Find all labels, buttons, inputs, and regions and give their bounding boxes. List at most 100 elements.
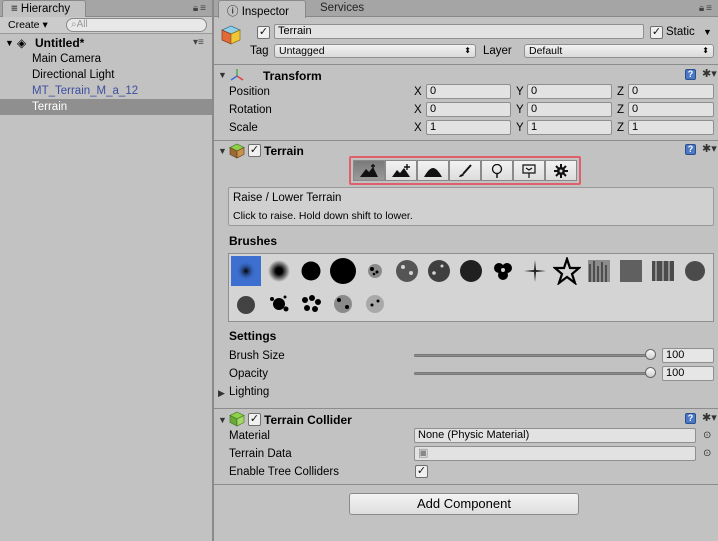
rotation-z-field[interactable]: 0 [628,102,714,117]
smooth-height-tool[interactable] [417,160,449,181]
brush-spark[interactable] [520,256,550,286]
brush-dots[interactable] [296,289,326,319]
brush-noise[interactable] [392,256,422,286]
material-field[interactable]: None (Physic Material) [414,428,696,443]
divider [214,408,718,409]
inspector-tab-label: Inspector [241,6,290,18]
add-component-button[interactable]: Add Component [349,493,579,515]
opacity-field[interactable]: 100 [662,366,714,381]
enable-tree-colliders-checkbox[interactable]: ✓ [415,465,428,478]
tree-icon [491,163,503,178]
inspector-tab[interactable]: ⓘ Inspector [218,0,306,18]
paint-height-tool[interactable] [385,160,417,181]
hierarchy-item-main-camera[interactable]: Main Camera [32,51,101,67]
help-icon[interactable]: ? [685,144,696,155]
services-tab-label: Services [320,2,365,14]
brush-noise-dense[interactable] [424,256,454,286]
brush-clumped[interactable] [456,256,486,286]
brush-streaks[interactable] [648,256,678,286]
static-checkbox[interactable]: ✓ [650,26,663,39]
divider [214,64,718,65]
hierarchy-item-directional-light[interactable]: Directional Light [32,67,114,83]
divider [214,484,718,485]
layer-dropdown[interactable]: Default ⬍ [524,44,714,58]
gear-icon[interactable]: ✱▾ [702,411,717,424]
position-z-field[interactable]: 0 [628,84,714,99]
expand-triangle-icon[interactable]: ▼ [5,35,14,51]
terrain-data-field[interactable]: ▣ [414,446,696,461]
terrain-settings-tool[interactable] [545,160,577,181]
brush-scatter-light[interactable] [360,289,390,319]
brush-grass[interactable] [584,256,614,286]
object-picker-icon[interactable]: ⊙ [703,448,711,459]
rotation-label: Rotation [229,104,272,116]
terrain-collider-title: Terrain Collider [264,413,352,427]
hierarchy-tabbar: ≡ Hierarchy 🔒︎≡ [0,0,212,18]
position-x-field[interactable]: 0 [426,84,511,99]
panel-menu-icon[interactable]: ≡ [706,3,714,14]
hierarchy-tab[interactable]: ≡ Hierarchy [2,0,86,18]
lighting-foldout-icon[interactable]: ▶ [218,388,225,399]
object-name-input[interactable]: Terrain [274,24,644,39]
hierarchy-search-input[interactable]: ⌕All [66,18,207,32]
lighting-label[interactable]: Lighting [229,385,269,399]
brush-flower[interactable] [488,256,518,286]
scale-z-field[interactable]: 1 [628,120,714,135]
raise-lower-terrain-tool[interactable] [353,160,385,181]
gameobject-cube-icon [220,24,242,46]
details-icon [522,163,536,178]
terrain-collider-foldout-icon[interactable]: ▼ [218,415,227,425]
scale-label: Scale [229,122,258,134]
transform-foldout-icon[interactable]: ▼ [218,70,227,80]
tool-hint: Click to raise. Hold down shift to lower… [233,210,413,222]
brush-soft-round[interactable] [264,256,294,286]
gear-icon[interactable]: ✱▾ [702,142,717,155]
help-icon[interactable]: ? [685,69,696,80]
terrain-collider-icon [229,411,245,430]
position-y-field[interactable]: 0 [527,84,612,99]
scene-menu-icon[interactable]: ▾≡ [193,35,204,51]
hierarchy-item-mt-terrain[interactable]: MT_Terrain_M_a_12 [32,83,138,99]
create-button[interactable]: Create ▾ [4,18,52,32]
paint-texture-tool[interactable] [449,160,481,181]
opacity-slider[interactable] [414,372,656,375]
brush-splatter[interactable] [680,256,710,286]
terrain-foldout-icon[interactable]: ▼ [218,146,227,156]
brush-star[interactable] [552,256,582,286]
brush-size-slider[interactable] [414,354,656,357]
static-dropdown-icon[interactable]: ▼ [703,25,712,39]
scene-row[interactable]: ▼ ◈ Untitled* ▾≡ [0,35,212,51]
help-icon[interactable]: ? [685,413,696,424]
brush-blots[interactable] [264,289,294,319]
brush-grass-dense[interactable] [616,256,646,286]
terrain-collider-enabled-checkbox[interactable]: ✓ [248,413,261,426]
material-label: Material [229,430,270,442]
brush-soft-round-selected[interactable] [231,256,261,286]
scale-y-field[interactable]: 1 [527,120,612,135]
object-picker-icon[interactable]: ⊙ [703,430,711,441]
terrain-enabled-checkbox[interactable]: ✓ [248,144,261,157]
place-trees-tool[interactable] [481,160,513,181]
panel-menu-icon[interactable]: ≡ [200,3,208,14]
brush-size-field[interactable]: 100 [662,348,714,363]
opacity-slider-knob[interactable] [645,367,656,378]
brush-speckle-small[interactable] [360,256,390,286]
brush-splatter-2[interactable] [231,289,261,319]
divider [214,140,718,141]
hierarchy-item-terrain[interactable]: Terrain [0,99,212,115]
brush-size-slider-knob[interactable] [645,349,656,360]
paint-details-tool[interactable] [513,160,545,181]
inspector-tab-controls: 🔒︎≡ [699,3,714,14]
rotation-y-field[interactable]: 0 [527,102,612,117]
axis-y-label: Y [516,122,524,134]
brush-scatter[interactable] [328,289,358,319]
active-checkbox[interactable]: ✓ [257,26,270,39]
brush-hard-round[interactable] [328,256,358,286]
tag-dropdown[interactable]: Untagged ⬍ [274,44,476,58]
scale-x-field[interactable]: 1 [426,120,511,135]
rotation-x-field[interactable]: 0 [426,102,511,117]
brush-medium-round[interactable] [296,256,326,286]
services-tab[interactable]: Services [312,0,372,18]
axis-y-label: Y [516,86,524,98]
gear-icon[interactable]: ✱▾ [702,67,717,80]
